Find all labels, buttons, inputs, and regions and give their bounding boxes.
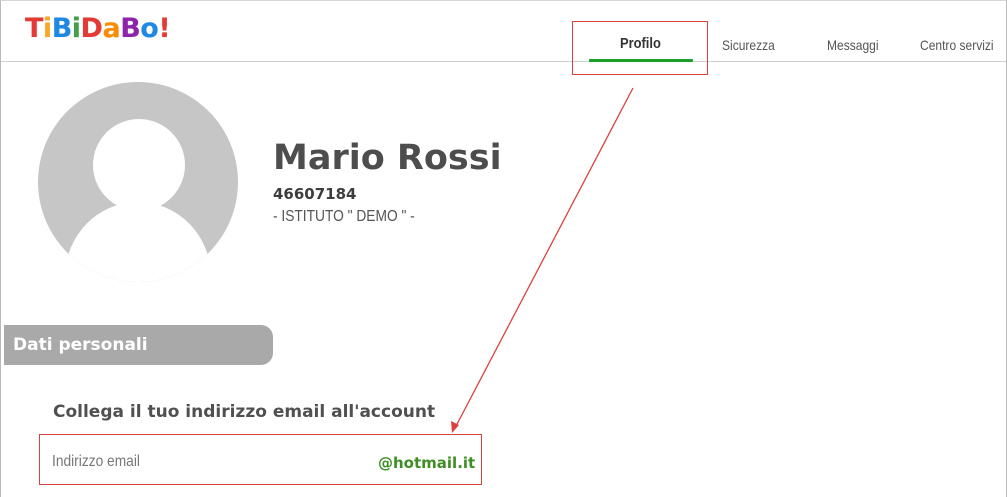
user-silhouette-icon[interactable] — [38, 82, 238, 282]
logo-letter: i — [42, 13, 52, 44]
tibidabo-logo[interactable]: T i B i D a B o ! — [25, 13, 171, 44]
section-title: Dati personali — [13, 335, 148, 355]
logo-letter: ! — [158, 13, 171, 44]
logo-letter: B — [120, 13, 141, 44]
tab-sicurezza[interactable]: Sicurezza — [722, 37, 775, 53]
logo-letter: B — [51, 13, 73, 44]
logo-letter: i — [71, 13, 81, 44]
tab-centro-servizi[interactable]: Centro servizi — [920, 37, 994, 53]
annotation-box-profilo — [572, 21, 708, 75]
logo-letter: a — [102, 13, 121, 44]
school-name: - ISTITUTO " DEMO " - — [273, 208, 415, 225]
tab-messaggi[interactable]: Messaggi — [827, 37, 879, 53]
profile-page: T i B i D a B o ! Profilo Sicurezza Mess… — [0, 0, 1007, 497]
annotation-box-email — [39, 434, 482, 485]
avatar-body — [65, 202, 211, 282]
avatar-head — [93, 119, 185, 211]
user-id: 46607184 — [273, 185, 357, 203]
section-header-dati-personali: Dati personali — [4, 325, 273, 365]
logo-letter: o — [140, 13, 159, 44]
user-name: Mario Rossi — [273, 138, 502, 178]
logo-letter: T — [25, 13, 43, 44]
logo-letter: D — [80, 13, 103, 44]
email-link-heading: Collega il tuo indirizzo email all'accou… — [53, 402, 436, 422]
top-header: T i B i D a B o ! Profilo Sicurezza Mess… — [1, 1, 1006, 62]
